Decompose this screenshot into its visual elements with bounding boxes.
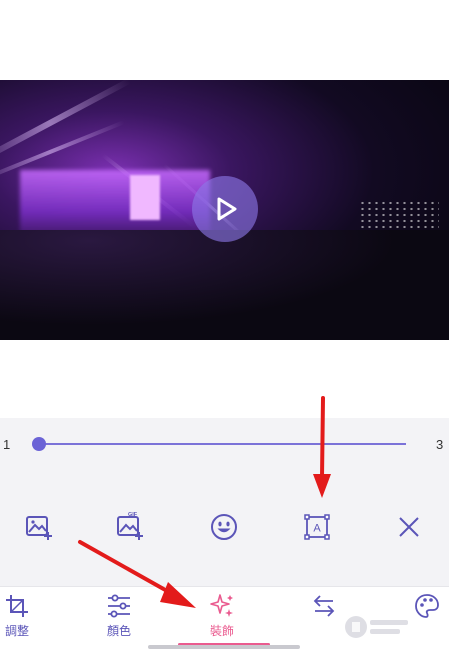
crop-icon [6, 595, 28, 617]
play-button[interactable] [192, 176, 258, 242]
annotation-arrow-down [313, 396, 331, 498]
gif-text: GIF [128, 512, 138, 518]
slider-handle[interactable] [32, 437, 46, 451]
slider-max-label: 3 [436, 437, 444, 452]
crowd-silhouette [0, 230, 449, 340]
home-indicator [148, 645, 300, 649]
close-button[interactable] [394, 512, 424, 542]
nav-item-label: 調整 [4, 624, 29, 638]
annotation-arrow-diagonal [78, 540, 196, 608]
image-add-icon [26, 516, 52, 540]
stage-screen [130, 175, 160, 220]
close-icon [399, 517, 419, 537]
nav-item-decorate[interactable]: 裝飾 [192, 592, 252, 642]
play-icon [217, 197, 237, 221]
add-text-button[interactable]: A [302, 512, 332, 542]
text-frame-icon: A [304, 514, 330, 540]
nav-item-label: 顏色 [106, 624, 131, 638]
add-image-button[interactable] [24, 512, 54, 542]
watermark-logo [345, 616, 408, 638]
nav-item-label: 裝飾 [209, 624, 234, 638]
slider-track[interactable] [38, 443, 406, 445]
sparkle-icon [210, 594, 233, 617]
sticker-icon [211, 514, 237, 540]
nav-item-adjust[interactable]: 調整 [0, 592, 47, 642]
slider-min-label: 1 [3, 437, 11, 452]
palette-icon [415, 594, 439, 618]
text-frame-letter: A [313, 523, 321, 535]
mid-blank-area [0, 340, 449, 418]
swap-arrows-icon [313, 595, 335, 617]
add-sticker-button[interactable] [209, 512, 239, 542]
top-blank-area [0, 0, 449, 80]
